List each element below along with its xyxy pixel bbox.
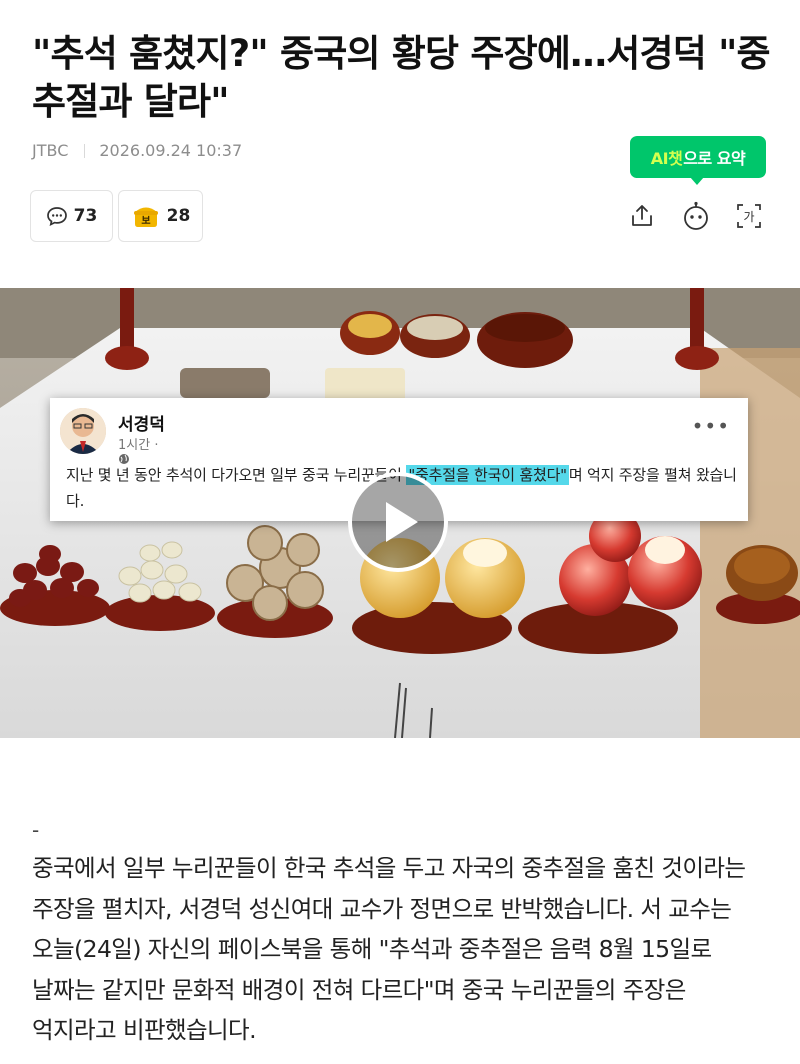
post-text-highlight: "중추절을 한국이 훔쳤다"	[406, 465, 569, 485]
chatbot-button[interactable]	[676, 196, 716, 236]
font-size-glyph: 가	[743, 210, 754, 224]
font-size-icon: 가	[737, 204, 761, 228]
ai-summary-button[interactable]: AI챗 으로 요약	[630, 136, 766, 185]
meta-divider	[84, 143, 86, 158]
video-player[interactable]: 서경덕 1시간 · ••• 지난 몇 년 동안 추석이 다가오면 일부 중국 누…	[0, 288, 800, 738]
share-icon	[632, 205, 652, 226]
font-size-button[interactable]: 가	[729, 196, 769, 236]
post-more-icon: •••	[691, 414, 730, 438]
post-text-before: 지난 몇 년 동안 추석이 다가오면 일부 중국 누리꾼들이	[66, 466, 407, 484]
article-meta: JTBC 2026.09.24 10:37	[32, 141, 242, 160]
reaction-count: 28	[166, 206, 191, 226]
play-icon	[386, 502, 418, 542]
avatar	[60, 408, 106, 454]
svg-text:보: 보	[141, 215, 150, 227]
play-button[interactable]	[348, 472, 448, 572]
article-headline: "추석 훔쳤지?" 중국의 황당 주장에…서경덕 "중추절과 달라"	[32, 32, 771, 123]
post-author: 서경덕	[118, 415, 165, 435]
share-button[interactable]	[622, 196, 662, 236]
comment-count: 73	[73, 206, 98, 226]
ai-summary-prefix: AI챗	[650, 149, 683, 168]
comment-icon	[46, 205, 68, 227]
reactions-button[interactable]: 보 28	[118, 190, 203, 242]
article-source[interactable]: JTBC	[32, 141, 68, 160]
post-time: 1시간 ·	[118, 434, 158, 465]
ai-summary-suffix: 으로 요약	[683, 149, 746, 168]
reaction-icon: 보	[131, 203, 161, 229]
chatbot-icon	[684, 201, 708, 230]
article-body: 중국에서 일부 누리꾼들이 한국 추석을 두고 자국의 중추절을 훔친 것이라는…	[32, 854, 746, 1044]
article-datetime: 2026.09.24 10:37	[99, 141, 243, 160]
comments-button[interactable]: 73	[30, 190, 113, 242]
body-dash: -	[32, 818, 40, 842]
post-time-text: 1시간 ·	[118, 438, 159, 453]
